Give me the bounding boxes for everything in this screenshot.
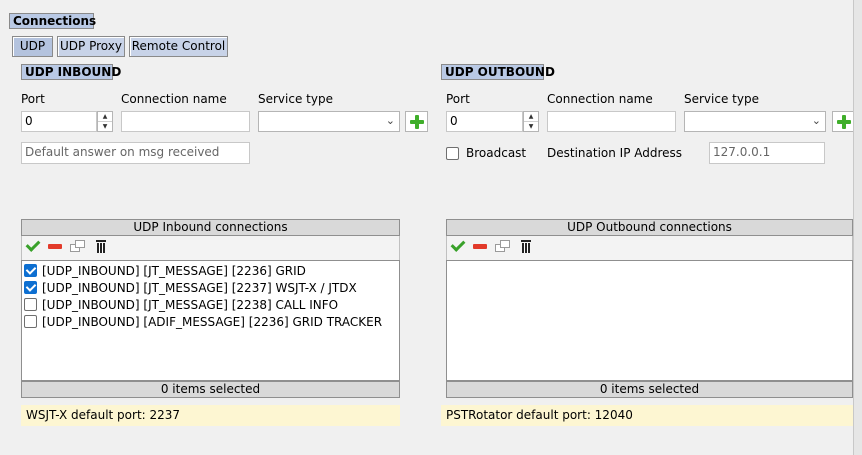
inbound-add-button[interactable]	[405, 111, 428, 132]
inbound-default-port-note: WSJT-X default port: 2237	[21, 405, 400, 426]
outbound-port-input[interactable]: 0	[446, 111, 523, 132]
outbound-service-type-label: Service type	[684, 92, 759, 106]
list-item[interactable]: [UDP_INBOUND] [JT_MESSAGE] [2237] WSJT-X…	[24, 279, 357, 296]
destination-ip-input[interactable]: 127.0.0.1	[709, 142, 825, 164]
minus-icon[interactable]	[473, 244, 487, 249]
list-item-label: [UDP_INBOUND] [JT_MESSAGE] [2238] CALL I…	[42, 297, 339, 312]
broadcast-label: Broadcast	[466, 146, 527, 160]
inbound-list-header: UDP Inbound connections	[21, 219, 400, 236]
outbound-connection-name-input[interactable]	[547, 111, 676, 132]
inbound-list-toolbar	[21, 236, 400, 260]
inbound-port-input[interactable]: 0	[21, 111, 97, 132]
tab-remote-control[interactable]: Remote Control	[129, 36, 228, 57]
spin-up-icon[interactable]: ▲	[98, 112, 112, 121]
inbound-service-type-select[interactable]: ⌄	[258, 111, 400, 132]
list-item-label: [UDP_INBOUND] [JT_MESSAGE] [2236] GRID	[42, 263, 306, 278]
inbound-status-bar: 0 items selected	[21, 381, 400, 398]
outbound-service-type-select[interactable]: ⌄	[684, 111, 826, 132]
spin-up-icon[interactable]: ▲	[524, 112, 538, 121]
spin-down-icon[interactable]: ▼	[98, 121, 112, 131]
minus-icon[interactable]	[48, 244, 62, 249]
plus-icon	[836, 114, 851, 129]
inbound-service-type-label: Service type	[258, 92, 333, 106]
section-title: Connections	[9, 13, 96, 29]
broadcast-checkbox[interactable]	[446, 146, 459, 160]
inbound-connections-list[interactable]: [UDP_INBOUND] [JT_MESSAGE] [2236] GRID […	[21, 260, 400, 381]
outbound-list-header: UDP Outbound connections	[446, 219, 853, 236]
outbound-section-title: UDP OUTBOUND	[441, 64, 555, 80]
list-item-checkbox[interactable]	[24, 281, 37, 294]
inbound-default-answer-input[interactable]: Default answer on msg received	[21, 142, 250, 164]
inbound-port-label: Port	[21, 92, 45, 106]
outbound-add-button[interactable]	[832, 111, 855, 132]
chevron-down-icon: ⌄	[811, 114, 821, 127]
outbound-port-spinner[interactable]: ▲ ▼	[523, 111, 539, 132]
list-item-checkbox[interactable]	[24, 264, 37, 277]
outbound-status-bar: 0 items selected	[446, 381, 853, 398]
inbound-section-title: UDP INBOUND	[21, 64, 121, 80]
broadcast-checkbox-row[interactable]: Broadcast	[446, 146, 526, 160]
inbound-connection-name-input[interactable]	[121, 111, 250, 132]
tab-udp-proxy[interactable]: UDP Proxy	[57, 36, 125, 57]
spin-down-icon[interactable]: ▼	[524, 121, 538, 131]
plus-icon	[409, 114, 424, 129]
list-item[interactable]: [UDP_INBOUND] [JT_MESSAGE] [2236] GRID	[24, 262, 306, 279]
destination-ip-label: Destination IP Address	[547, 146, 683, 160]
list-item[interactable]: [UDP_INBOUND] [ADIF_MESSAGE] [2236] GRID…	[24, 313, 382, 330]
list-item[interactable]: [UDP_INBOUND] [JT_MESSAGE] [2238] CALL I…	[24, 296, 338, 313]
list-item-checkbox[interactable]	[24, 315, 37, 328]
tab-udp[interactable]: UDP	[12, 36, 53, 57]
chevron-down-icon: ⌄	[385, 114, 395, 127]
list-item-label: [UDP_INBOUND] [ADIF_MESSAGE] [2236] GRID…	[42, 314, 383, 329]
list-item-label: [UDP_INBOUND] [JT_MESSAGE] [2237] WSJT-X…	[42, 280, 357, 295]
outbound-connections-list[interactable]	[446, 260, 853, 381]
list-item-checkbox[interactable]	[24, 298, 37, 311]
outbound-default-port-note: PSTRotator default port: 12040	[441, 405, 853, 426]
outbound-connection-name-label: Connection name	[547, 92, 653, 106]
inbound-port-spinner[interactable]: ▲ ▼	[97, 111, 113, 132]
outbound-port-label: Port	[446, 92, 470, 106]
inbound-connection-name-label: Connection name	[121, 92, 227, 106]
vertical-scrollbar[interactable]	[853, 0, 862, 455]
outbound-list-toolbar	[446, 236, 853, 260]
